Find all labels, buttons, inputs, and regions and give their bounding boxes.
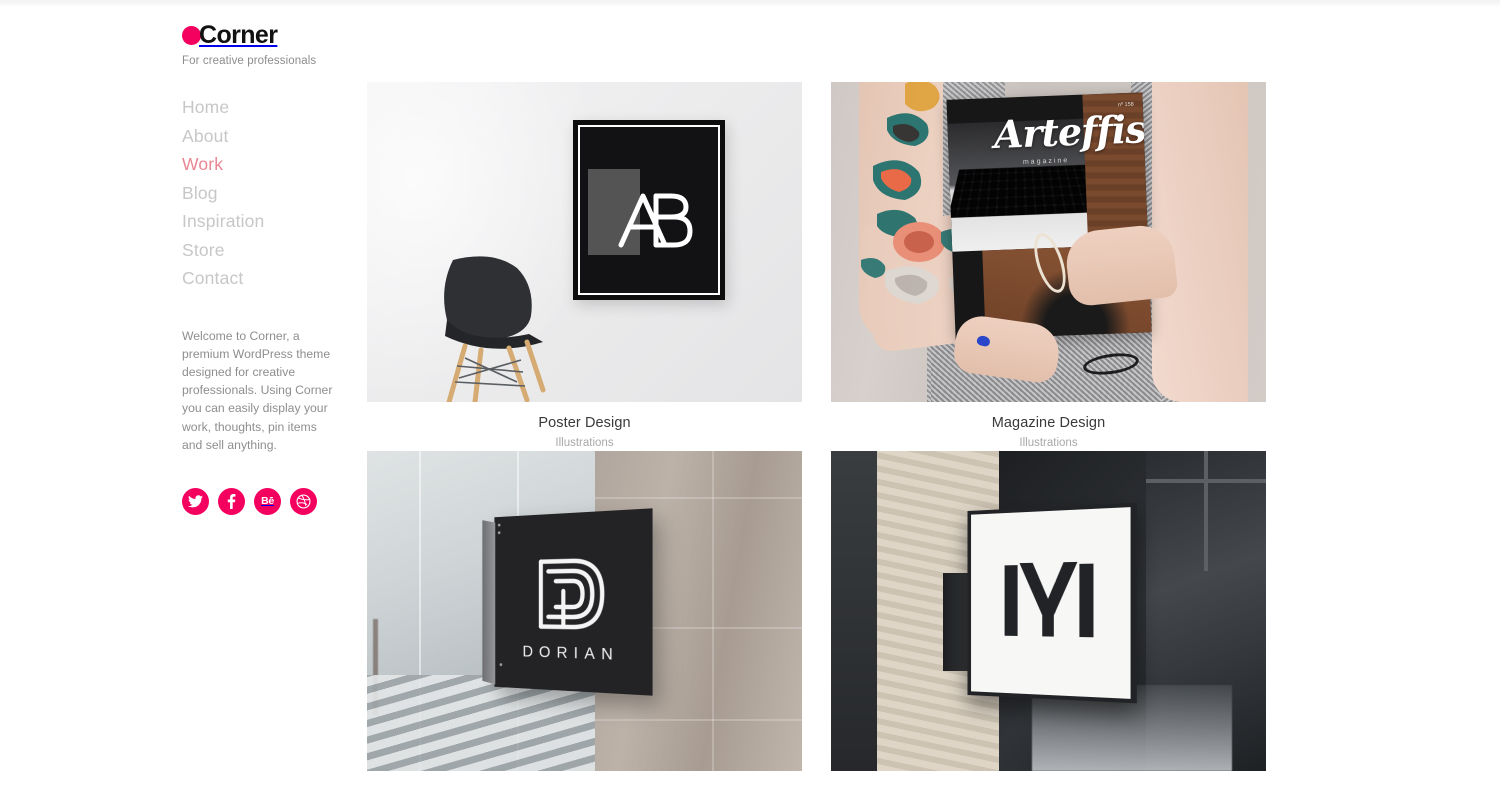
portfolio-item-m-sign [831, 451, 1266, 777]
sidebar-intro-text: Welcome to Corner, a premium WordPress t… [182, 328, 333, 452]
portfolio-title: Poster Design [538, 415, 631, 431]
eames-chair [431, 254, 555, 402]
site-logo[interactable]: Corner [182, 20, 347, 50]
magazine-mockup-artwork: Arteffis magazine nº 158 [831, 82, 1266, 402]
portfolio-item-magazine-design: Arteffis magazine nº 158 Magazine Design… [831, 82, 1266, 451]
portfolio-thumbnail[interactable]: DORIAN [367, 451, 802, 771]
nav-item-blog[interactable]: Blog [182, 179, 347, 208]
magazine-issue-number: nº 158 [1117, 101, 1134, 109]
sign-side-panel [482, 520, 496, 685]
sign-wordmark: DORIAN [522, 643, 620, 664]
dorian-logo-icon [531, 552, 609, 641]
magazine-cover: Arteffis magazine nº 158 [946, 92, 1152, 340]
poster-mockup-artwork [367, 82, 802, 402]
sign-bolt [497, 523, 501, 527]
portfolio-category: Illustrations [1019, 437, 1078, 449]
portfolio-row: DORIAN [367, 451, 1267, 777]
behance-icon[interactable]: Bē [254, 487, 281, 515]
poster-mat [578, 125, 720, 295]
portfolio-caption: Magazine Design Illustrations [831, 402, 1266, 451]
hand-upper [1063, 222, 1179, 308]
top-edge-band [0, 0, 1500, 7]
dribbble-icon[interactable] [290, 487, 317, 515]
portfolio-thumbnail[interactable] [367, 82, 802, 402]
twitter-icon[interactable] [182, 487, 209, 515]
poster-monogram-ab-icon [616, 189, 696, 256]
mortar-line [595, 719, 802, 721]
sign-bolt [499, 663, 503, 667]
magazine-title: Arteffis [992, 106, 1147, 158]
projecting-sign: DORIAN [482, 508, 653, 696]
nav-item-home[interactable]: Home [182, 93, 347, 122]
nav-item-store[interactable]: Store [182, 236, 347, 265]
behance-glyph: Bē [261, 495, 274, 508]
page-root: Corner For creative professionals Home A… [0, 0, 1500, 808]
portfolio-caption [367, 771, 802, 787]
sign-bolt [497, 531, 501, 535]
facebook-icon[interactable] [218, 487, 245, 515]
window-frame [1204, 451, 1208, 571]
nav-item-contact[interactable]: Contact [182, 264, 347, 293]
portfolio-thumbnail[interactable] [831, 451, 1266, 771]
portfolio-grid: Poster Design Illustrations Arteffis mag… [367, 82, 1267, 777]
mortar-line [595, 497, 802, 499]
portfolio-category [831, 784, 1266, 787]
site-tagline: For creative professionals [182, 55, 317, 67]
portfolio-caption [831, 771, 1266, 787]
framed-poster [573, 120, 725, 300]
portfolio-item-dorian-sign: DORIAN [367, 451, 802, 777]
main-navigation: Home About Work Blog Inspiration Store C… [182, 93, 347, 293]
portfolio-row: Poster Design Illustrations Arteffis mag… [367, 82, 1267, 451]
lightbox-sign [967, 502, 1137, 704]
portfolio-category: Illustrations [555, 437, 614, 449]
portfolio-title: Magazine Design [991, 415, 1106, 431]
portfolio-thumbnail[interactable]: Arteffis magazine nº 158 [831, 82, 1266, 402]
mortar-line [712, 451, 714, 771]
portfolio-item-poster-design: Poster Design Illustrations [367, 82, 802, 451]
sign-mounting-bracket [943, 573, 969, 671]
cover-photo-keyboard [947, 164, 1105, 219]
nav-item-work[interactable]: Work [182, 150, 347, 179]
m-lightbox-sign-mockup-artwork [831, 451, 1266, 771]
nav-item-about[interactable]: About [182, 122, 347, 151]
nav-item-inspiration[interactable]: Inspiration [182, 207, 347, 236]
social-links: Bē [182, 487, 347, 515]
dorian-sign-mockup-artwork: DORIAN [367, 451, 802, 771]
portfolio-category [367, 784, 802, 787]
portfolio-caption: Poster Design Illustrations [367, 402, 802, 451]
m-monogram-icon [999, 553, 1099, 653]
sidebar: Corner For creative professionals Home A… [182, 20, 347, 515]
logo-wordmark: Corner [199, 20, 278, 49]
